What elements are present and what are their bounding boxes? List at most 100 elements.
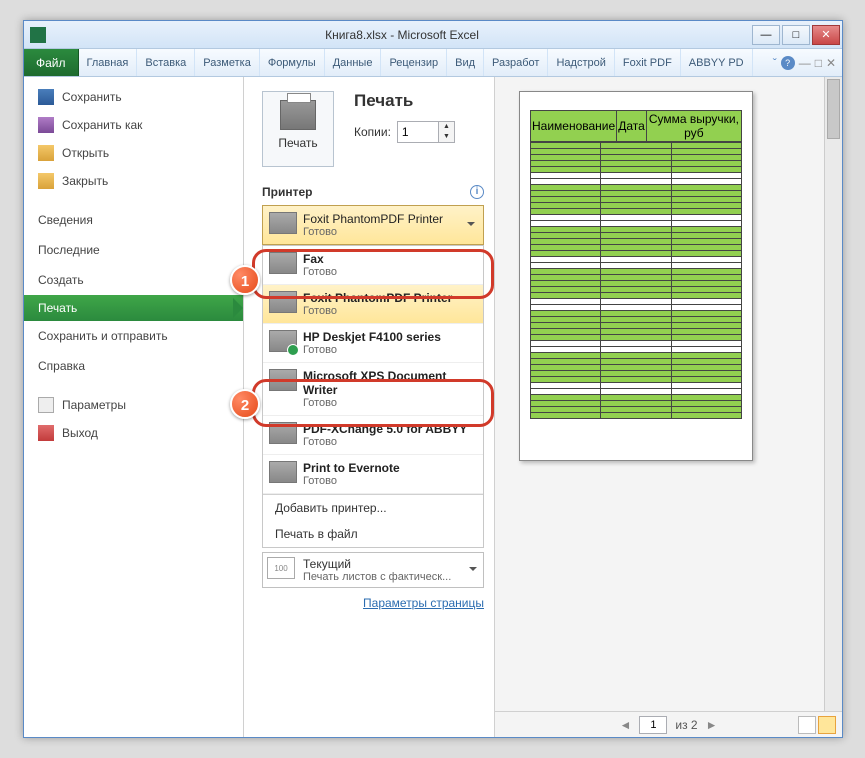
options-icon xyxy=(38,397,54,413)
side-save[interactable]: Сохранить xyxy=(24,83,243,111)
doc-close-icon[interactable]: ✕ xyxy=(826,56,836,70)
print-heading: Печать xyxy=(354,91,455,111)
close-doc-icon xyxy=(38,173,54,189)
printer-item-icon xyxy=(269,291,297,313)
copies-up[interactable]: ▲ xyxy=(438,122,454,132)
tab-abbyy[interactable]: ABBYY PD xyxy=(681,49,753,76)
preview-table: НаименованиеДатаСумма выручки, руб xyxy=(530,110,742,142)
pager-page-input[interactable] xyxy=(639,716,667,734)
printer-item-evernote[interactable]: Print to EvernoteГотово xyxy=(263,455,483,494)
side-info[interactable]: Сведения xyxy=(24,205,243,235)
printer-heading: Принтер xyxy=(262,185,312,199)
callout-1-badge: 1 xyxy=(230,265,260,295)
side-open[interactable]: Открыть xyxy=(24,139,243,167)
printer-item-xps[interactable]: Microsoft XPS Document WriterГотово xyxy=(263,363,483,416)
tab-foxit[interactable]: Foxit PDF xyxy=(615,49,681,76)
printer-item-abbyy[interactable]: PDF-XChange 5.0 for ABBYYГотово xyxy=(263,416,483,455)
print-button-label: Печать xyxy=(263,136,333,150)
ribbon: Файл Главная Вставка Разметка Формулы Да… xyxy=(24,49,842,77)
copies-input[interactable] xyxy=(398,122,438,142)
doc-min-icon[interactable]: — xyxy=(799,56,811,70)
app-window: Книга8.xlsx - Microsoft Excel — □ ✕ Файл… xyxy=(23,20,843,738)
copies-down[interactable]: ▼ xyxy=(438,132,454,142)
printer-item-icon xyxy=(269,461,297,483)
side-help[interactable]: Справка xyxy=(24,351,243,381)
zoom-to-page-button[interactable] xyxy=(798,716,816,734)
doc-restore-icon[interactable]: □ xyxy=(815,56,822,70)
side-save-as[interactable]: Сохранить как xyxy=(24,111,243,139)
print-content: Печать Печать Копии: ▲▼ xyxy=(244,77,842,737)
side-options[interactable]: Параметры xyxy=(24,391,243,419)
side-save-as-label: Сохранить как xyxy=(62,118,142,132)
preview-col-sum: Сумма выручки, руб xyxy=(646,111,741,142)
backstage: Сохранить Сохранить как Открыть Закрыть … xyxy=(24,77,842,737)
printer-item-status: Готово xyxy=(303,436,467,448)
scaling-title: Текущий xyxy=(303,557,465,571)
tab-review[interactable]: Рецензир xyxy=(381,49,447,76)
add-printer[interactable]: Добавить принтер... xyxy=(263,495,483,521)
help-icon[interactable]: ? xyxy=(781,56,795,70)
side-save-label: Сохранить xyxy=(62,90,122,104)
side-options-label: Параметры xyxy=(62,398,126,412)
side-exit[interactable]: Выход xyxy=(24,419,243,447)
minimize-button[interactable]: — xyxy=(752,25,780,45)
ribbon-right: ˇ ? — □ ✕ xyxy=(773,49,842,76)
printer-item-name: Print to Evernote xyxy=(303,461,400,475)
page-setup-row: Параметры страницы xyxy=(262,596,484,610)
copies-spinner[interactable]: ▲▼ xyxy=(397,121,455,143)
pager-next[interactable]: ► xyxy=(706,718,718,732)
printer-item-fax[interactable]: FaxГотово xyxy=(263,246,483,285)
window-title: Книга8.xlsx - Microsoft Excel xyxy=(52,28,752,42)
tab-layout[interactable]: Разметка xyxy=(195,49,260,76)
show-margins-button[interactable] xyxy=(818,716,836,734)
maximize-button[interactable]: □ xyxy=(782,25,810,45)
close-button[interactable]: ✕ xyxy=(812,25,840,45)
tab-insert[interactable]: Вставка xyxy=(137,49,195,76)
side-close[interactable]: Закрыть xyxy=(24,167,243,195)
pager-of-label: из 2 xyxy=(675,718,697,732)
printer-icon xyxy=(280,100,316,130)
scrollbar-thumb[interactable] xyxy=(827,79,840,139)
side-print[interactable]: Печать xyxy=(24,295,243,321)
printer-item-hp[interactable]: HP Deskjet F4100 seriesГотово xyxy=(263,324,483,363)
pager-prev[interactable]: ◄ xyxy=(620,718,632,732)
tab-addins[interactable]: Надстрой xyxy=(548,49,614,76)
printer-item-icon xyxy=(269,369,297,391)
printer-item-status: Готово xyxy=(303,266,337,278)
print-to-file[interactable]: Печать в файл xyxy=(263,521,483,547)
printer-item-status: Готово xyxy=(303,397,475,409)
printer-list: FaxГотово Foxit PhantomPDF PrinterГотово… xyxy=(262,245,484,548)
tab-formulas[interactable]: Формулы xyxy=(260,49,325,76)
preview-scrollbar[interactable] xyxy=(824,77,842,711)
file-tab[interactable]: Файл xyxy=(24,49,79,76)
save-icon xyxy=(38,89,54,105)
tab-home[interactable]: Главная xyxy=(79,49,138,76)
side-recent[interactable]: Последние xyxy=(24,235,243,265)
side-new[interactable]: Создать xyxy=(24,265,243,295)
printer-item-icon xyxy=(269,422,297,444)
side-close-label: Закрыть xyxy=(62,174,108,188)
side-open-label: Открыть xyxy=(62,146,109,160)
printer-item-foxit[interactable]: Foxit PhantomPDF PrinterГотово xyxy=(263,285,483,324)
printer-item-icon xyxy=(269,252,297,274)
preview-pager: ◄ из 2 ► xyxy=(495,711,842,737)
printer-item-status: Готово xyxy=(303,344,441,356)
printer-dropdown[interactable]: Foxit PhantomPDF Printer Готово xyxy=(262,205,484,245)
tab-data[interactable]: Данные xyxy=(325,49,382,76)
side-save-send[interactable]: Сохранить и отправить xyxy=(24,321,243,351)
side-exit-label: Выход xyxy=(62,426,98,440)
info-icon[interactable]: i xyxy=(470,185,484,199)
page-setup-link[interactable]: Параметры страницы xyxy=(363,596,484,610)
print-button[interactable]: Печать xyxy=(262,91,334,167)
printer-item-status: Готово xyxy=(303,305,452,317)
scaling-dropdown[interactable]: 100 Текущий Печать листов с фактическ... xyxy=(262,552,484,588)
tab-developer[interactable]: Разработ xyxy=(484,49,548,76)
printer-item-name: HP Deskjet F4100 series xyxy=(303,330,441,344)
exit-icon xyxy=(38,425,54,441)
ribbon-min-icon[interactable]: ˇ xyxy=(773,56,777,70)
tab-view[interactable]: Вид xyxy=(447,49,484,76)
title-bar: Книга8.xlsx - Microsoft Excel — □ ✕ xyxy=(24,21,842,49)
chevron-down-icon xyxy=(469,567,477,575)
copies-label: Копии: xyxy=(354,125,391,139)
scaling-sub: Печать листов с фактическ... xyxy=(303,571,465,583)
